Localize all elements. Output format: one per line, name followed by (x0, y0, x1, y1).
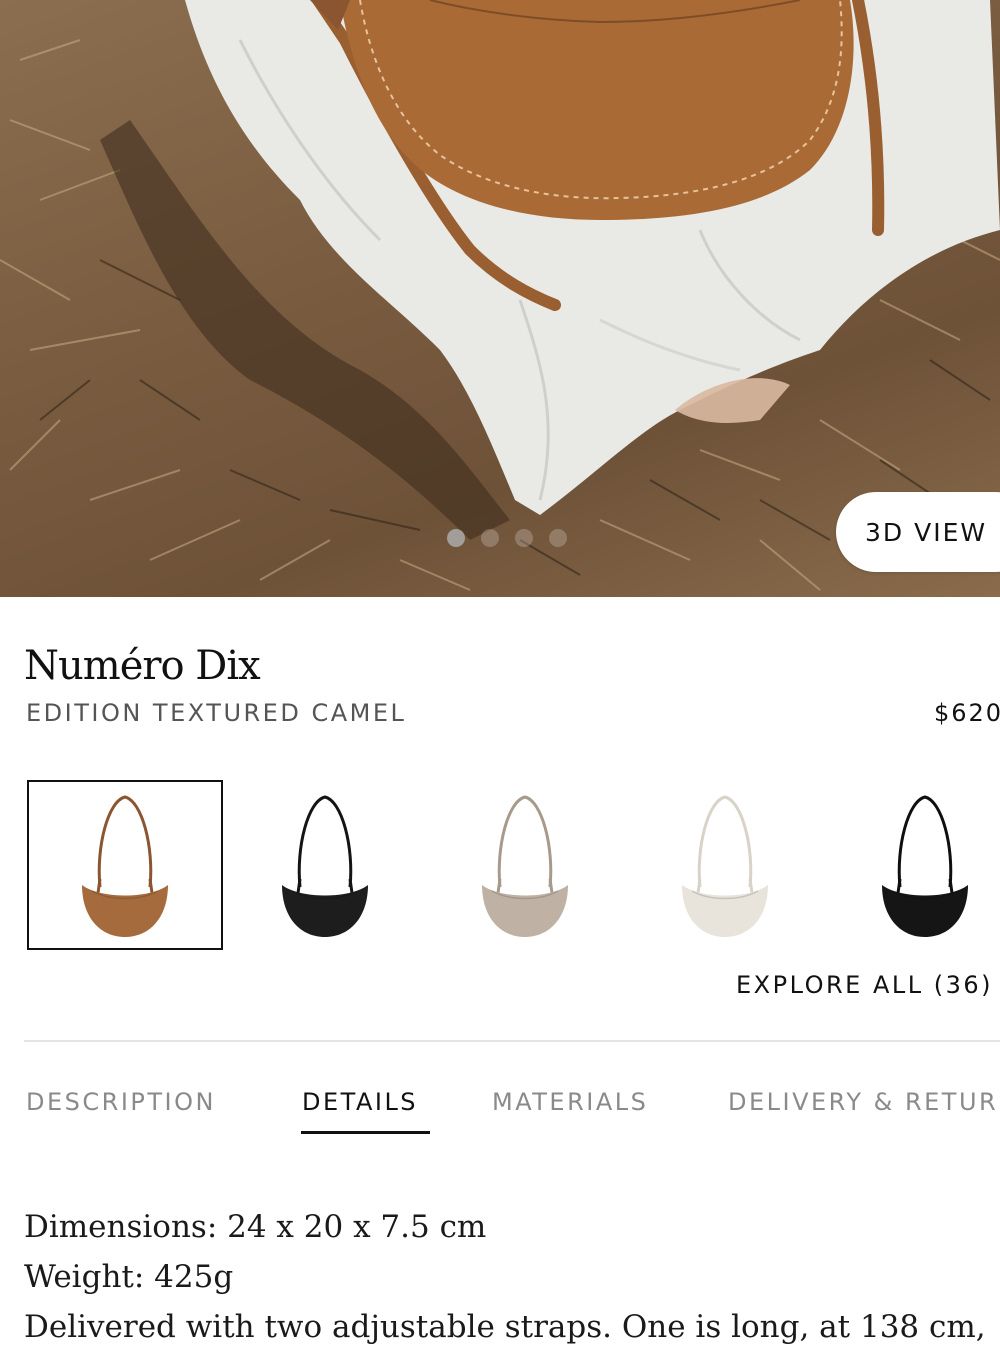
3d-view-label: 3D VIEW (865, 517, 988, 547)
active-tab-indicator (301, 1131, 430, 1134)
bag-thumbnail-icon (82, 795, 168, 937)
carousel-dot-2[interactable] (481, 529, 499, 547)
details-dimensions: Dimensions: 24 x 20 x 7.5 cm (24, 1209, 487, 1245)
product-price: $620 (934, 699, 1000, 727)
bag-thumbnail-icon (682, 795, 768, 937)
tab-details[interactable]: DETAILS (302, 1088, 418, 1116)
tab-materials[interactable]: MATERIALS (492, 1088, 648, 1116)
3d-view-button[interactable]: 3D VIEW (836, 492, 1000, 572)
swatch-taupe[interactable] (427, 780, 623, 950)
product-name: Numéro Dix (24, 643, 261, 689)
bag-thumbnail-icon (282, 795, 368, 937)
bag-thumbnail-icon (882, 795, 968, 937)
swatch-cream[interactable] (627, 780, 823, 950)
carousel-dot-3[interactable] (515, 529, 533, 547)
swatch-black-suede[interactable] (827, 780, 1000, 950)
tab-delivery-returns[interactable]: DELIVERY & RETURNS (728, 1088, 1000, 1116)
divider (24, 1040, 1000, 1042)
swatch-camel[interactable] (27, 780, 223, 950)
hero-image[interactable]: 3D VIEW (0, 0, 1000, 597)
details-weight: Weight: 425g (24, 1259, 234, 1295)
details-straps: Delivered with two adjustable straps. On… (24, 1309, 986, 1345)
bag-thumbnail-icon (482, 795, 568, 937)
product-edition: EDITION TEXTURED CAMEL (26, 699, 407, 727)
carousel-dot-4[interactable] (549, 529, 567, 547)
tab-description[interactable]: DESCRIPTION (26, 1088, 216, 1116)
swatch-black[interactable] (227, 780, 423, 950)
carousel-dot-1[interactable] (447, 529, 465, 547)
explore-all-link[interactable]: EXPLORE ALL (36) (736, 971, 993, 999)
carousel-dots (447, 529, 567, 547)
